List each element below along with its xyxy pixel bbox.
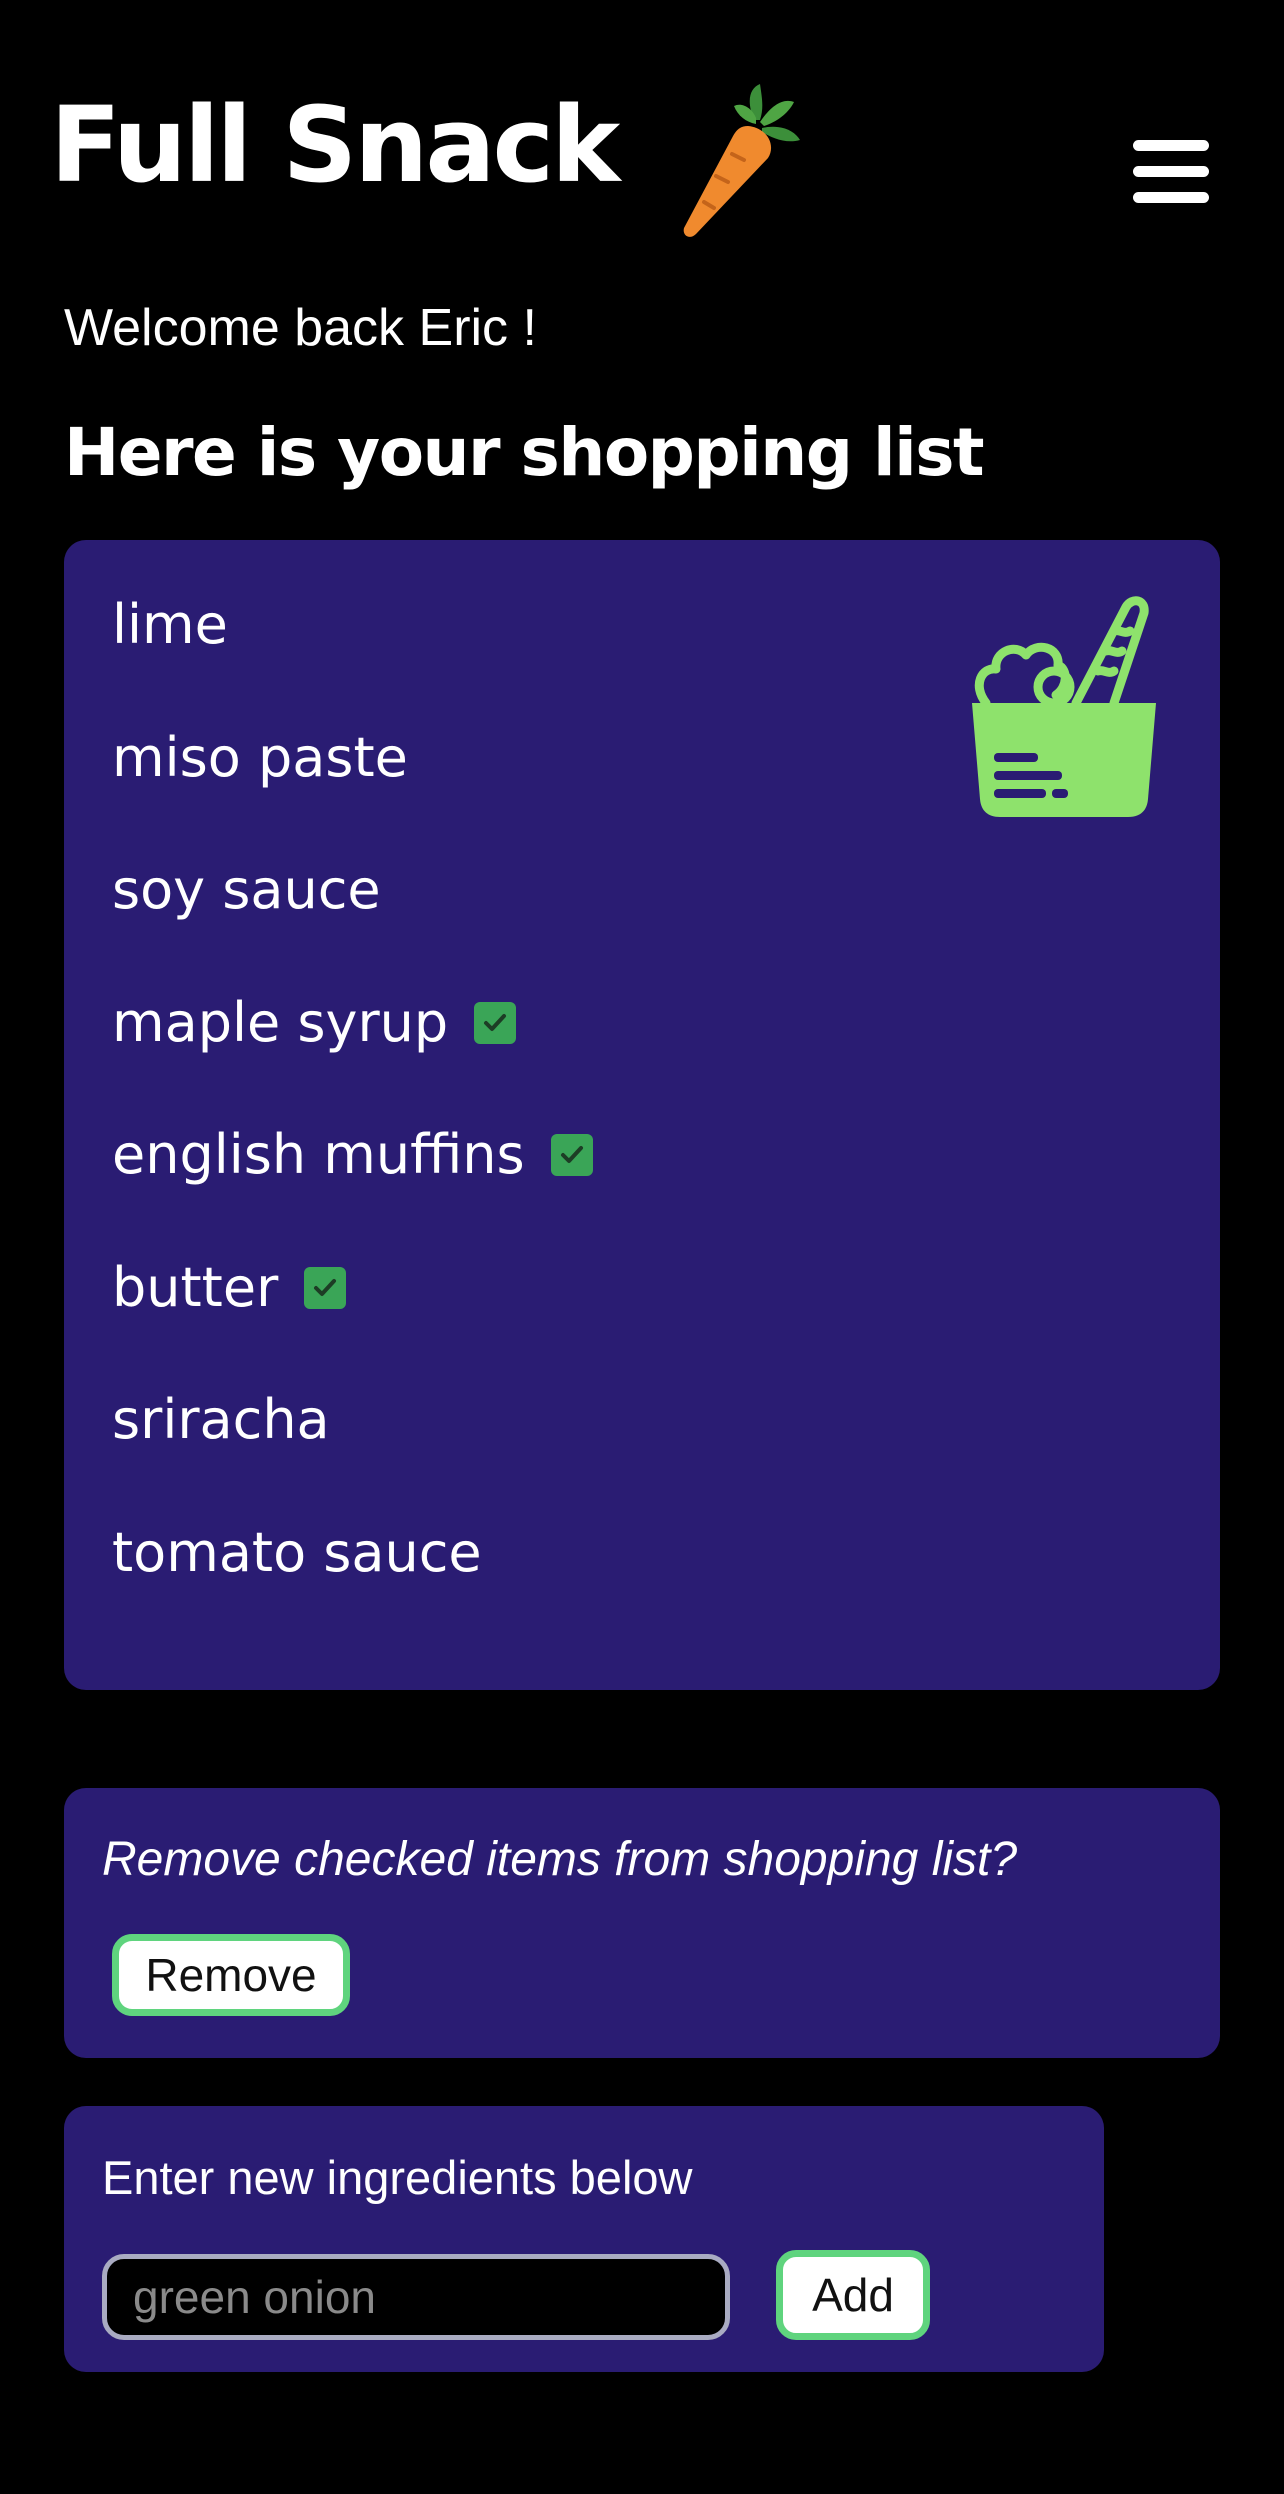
ingredient-input[interactable] [102, 2254, 730, 2340]
list-item[interactable]: miso paste [112, 723, 408, 793]
remove-checked-card: Remove checked items from shopping list?… [64, 1788, 1220, 2058]
checkbox-checked-icon[interactable] [304, 1267, 347, 1309]
grocery-bag-icon [972, 596, 1156, 817]
add-ingredients-card: Enter new ingredients below Add [64, 2106, 1104, 2372]
welcome-message: Welcome back Eric ! [64, 299, 537, 357]
checkbox-checked-icon[interactable] [550, 1134, 593, 1176]
remove-button[interactable]: Remove [112, 1934, 350, 2016]
list-item-label: english muffins [112, 1123, 525, 1186]
list-item[interactable]: sriracha [112, 1385, 330, 1455]
add-button[interactable]: Add [776, 2250, 930, 2340]
list-item-label: tomato sauce [112, 1521, 482, 1584]
shopping-list-card: lime miso paste soy sauce maple syrup englis… [64, 540, 1220, 1690]
checkbox-checked-icon[interactable] [474, 1002, 517, 1044]
list-item[interactable]: english muffins [112, 1120, 593, 1190]
page-title: Here is your shopping list [64, 414, 985, 491]
carrot-icon [683, 84, 800, 237]
list-item[interactable]: tomato sauce [112, 1518, 482, 1588]
list-item-label: sriracha [112, 1388, 330, 1451]
list-item-label: soy sauce [112, 858, 381, 921]
remove-prompt: Remove checked items from shopping list? [102, 1833, 1018, 1886]
app-header: Full Snack [0, 0, 1284, 270]
list-item[interactable]: butter [112, 1253, 347, 1323]
hamburger-menu-button[interactable] [1128, 132, 1214, 210]
list-item-label: miso paste [112, 726, 408, 789]
list-item-label: butter [112, 1256, 279, 1319]
list-item[interactable]: maple syrup [112, 988, 517, 1058]
app-title: Full Snack [50, 84, 620, 206]
list-item-label: maple syrup [112, 991, 449, 1054]
list-item[interactable]: lime [112, 590, 228, 660]
list-item[interactable]: soy sauce [112, 855, 381, 925]
add-prompt: Enter new ingredients below [102, 2151, 693, 2204]
list-item-label: lime [112, 593, 228, 656]
